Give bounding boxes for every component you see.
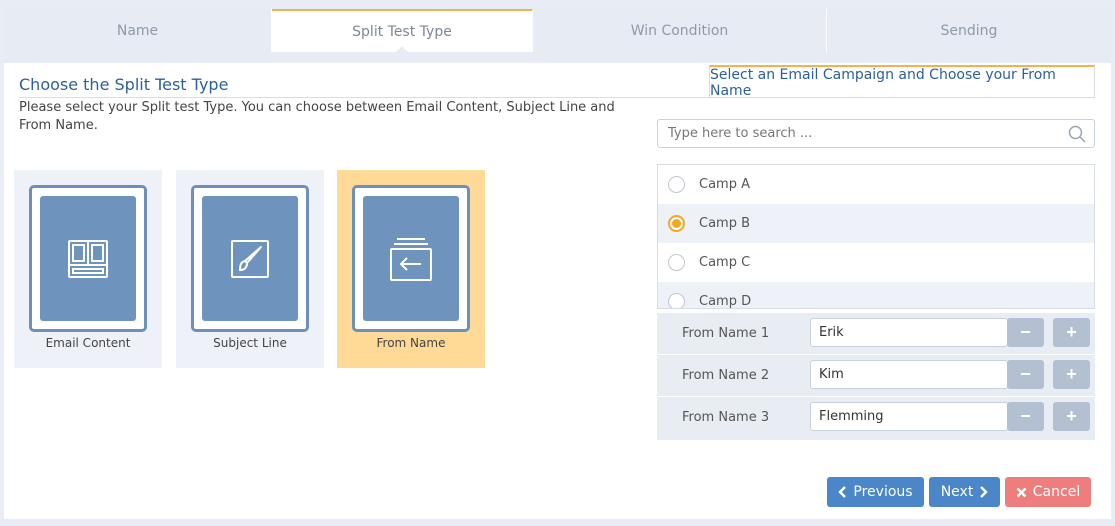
minus-icon: −: [1020, 406, 1031, 426]
from-name-label: From Name 1: [682, 326, 770, 341]
type-card-email-content[interactable]: Email Content: [14, 170, 162, 368]
remove-from-name-button[interactable]: −: [1007, 402, 1044, 431]
campaign-search-input[interactable]: [658, 120, 1058, 147]
minus-icon: −: [1020, 364, 1031, 384]
previous-button[interactable]: Previous: [827, 477, 924, 507]
campaign-radio[interactable]: [668, 293, 685, 308]
campaign-section-rule: [709, 97, 1095, 98]
campaign-radio[interactable]: [668, 254, 685, 271]
cancel-button[interactable]: Cancel: [1005, 477, 1091, 507]
chevron-left-icon: [838, 486, 847, 498]
from-name-row: From Name 3 − +: [657, 397, 1095, 439]
type-card-tile: [202, 196, 298, 321]
tab-split-test-type[interactable]: Split Test Type: [272, 9, 533, 53]
type-card-label: From Name: [376, 336, 446, 350]
type-card-tile: [363, 196, 459, 321]
minus-icon: −: [1020, 322, 1031, 342]
tabs-band: [4, 52, 1111, 63]
from-names-block: From Name 1 − + From Name 2 − + From Nam…: [657, 313, 1095, 440]
campaign-item[interactable]: Camp D: [658, 282, 1094, 309]
tab-sending[interactable]: Sending: [827, 9, 1111, 52]
campaign-label: Camp A: [699, 177, 750, 192]
type-card-label: Email Content: [45, 336, 131, 350]
close-icon: [1016, 487, 1027, 497]
type-card-label: Subject Line: [213, 336, 287, 350]
tab-win-condition-label: Win Condition: [630, 22, 729, 39]
campaign-radio[interactable]: [668, 215, 685, 232]
next-button[interactable]: Next: [929, 477, 1000, 507]
brush-icon: [231, 239, 269, 278]
from-name-label: From Name 2: [682, 368, 770, 383]
remove-from-name-button[interactable]: −: [1007, 318, 1044, 347]
campaign-label: Camp C: [699, 255, 751, 270]
type-card-subject-line[interactable]: Subject Line: [176, 170, 324, 368]
campaign-section-tab[interactable]: Select an Email Campaign and Choose your…: [709, 65, 1095, 99]
from-name-row: From Name 1 − +: [657, 313, 1095, 355]
chevron-right-icon: [980, 486, 989, 498]
remove-from-name-button[interactable]: −: [1007, 360, 1044, 389]
from-name-input[interactable]: [810, 318, 1008, 347]
from-name-input[interactable]: [810, 360, 1008, 389]
section-title-rule: [19, 97, 709, 98]
plus-icon: +: [1066, 322, 1077, 342]
type-card-from-name[interactable]: From Name: [337, 170, 485, 368]
section-title: Choose the Split Test Type: [19, 75, 229, 94]
cancel-button-label: Cancel: [1032, 484, 1081, 500]
tab-sending-label: Sending: [940, 22, 998, 39]
add-from-name-button[interactable]: +: [1053, 360, 1090, 389]
campaign-label: Camp D: [699, 294, 752, 309]
campaign-label: Camp B: [699, 216, 751, 231]
type-card-frame: [191, 185, 309, 332]
from-name-row: From Name 2 − +: [657, 355, 1095, 397]
campaign-list[interactable]: Camp A Camp B Camp C Camp D: [657, 164, 1095, 309]
tab-win-condition[interactable]: Win Condition: [533, 9, 827, 52]
tab-name-label: Name: [116, 22, 159, 39]
previous-button-label: Previous: [853, 484, 913, 500]
type-card-frame: [352, 185, 470, 332]
search-icon[interactable]: [1068, 125, 1086, 143]
campaign-radio[interactable]: [668, 176, 685, 193]
from-name-input[interactable]: [810, 402, 1008, 431]
campaign-item[interactable]: Camp C: [658, 243, 1094, 282]
section-description: Please select your Split test Type. You …: [19, 100, 615, 133]
campaign-item[interactable]: Camp A: [658, 165, 1094, 204]
type-card-tile: [40, 196, 136, 321]
campaign-item[interactable]: Camp B: [658, 204, 1094, 243]
campaign-search: [657, 119, 1095, 148]
layout-icon: [68, 239, 108, 278]
tab-name[interactable]: Name: [4, 9, 272, 52]
plus-icon: +: [1066, 406, 1077, 426]
tab-split-test-type-label: Split Test Type: [352, 23, 452, 40]
add-from-name-button[interactable]: +: [1053, 402, 1090, 431]
inbox-arrow-icon: [390, 237, 432, 281]
from-name-label: From Name 3: [682, 410, 770, 425]
campaign-section-tab-label: Select an Email Campaign and Choose your…: [710, 66, 1056, 99]
wizard-panel: Name Split Test Type Win Condition Sendi…: [4, 9, 1111, 519]
next-button-label: Next: [940, 484, 974, 500]
plus-icon: +: [1066, 364, 1077, 384]
add-from-name-button[interactable]: +: [1053, 318, 1090, 347]
wizard-tabs: Name Split Test Type Win Condition Sendi…: [4, 9, 1111, 53]
type-card-frame: [29, 185, 147, 332]
